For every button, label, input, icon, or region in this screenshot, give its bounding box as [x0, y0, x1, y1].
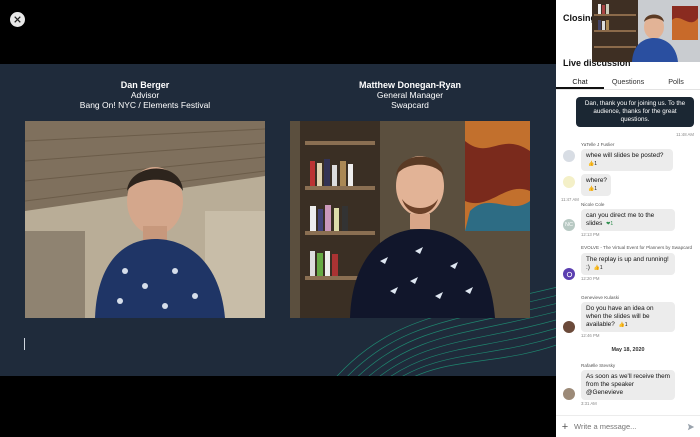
message-time: 3:31 AM	[581, 401, 597, 406]
message-input[interactable]	[574, 422, 682, 431]
avatar-initials: NC	[565, 222, 573, 228]
avatar: NC	[563, 219, 575, 231]
reaction-badge[interactable]: 👍1	[594, 265, 603, 271]
message-bubble: As soon as we'll receive them from the s…	[581, 370, 675, 400]
message-time: 12:13 PM	[581, 232, 600, 237]
chat-feed[interactable]: Dan, thank you for joining us. To the au…	[556, 92, 700, 414]
message-bubble: Do you have an idea on when the slides w…	[581, 302, 675, 332]
close-icon	[14, 16, 21, 23]
message-text: As soon as we'll receive them from the s…	[586, 373, 670, 396]
avatar	[563, 388, 575, 400]
message-author: Nicole Cole	[581, 202, 605, 207]
speaker-caption-left: Dan Berger Advisor Bang On! NYC / Elemen…	[25, 80, 265, 110]
reaction-badge[interactable]: 👍1	[588, 186, 597, 192]
own-message-bubble: Dan, thank you for joining us. To the au…	[576, 97, 694, 127]
send-button[interactable]	[682, 423, 700, 431]
presentation-slide: Dan Berger Advisor Bang On! NYC / Elemen…	[0, 64, 556, 376]
text-cursor-mark	[24, 338, 25, 350]
speaker-name: Matthew Donegan-Ryan	[358, 80, 461, 90]
reaction-badge[interactable]: ❤1	[606, 221, 613, 227]
chat-message: Rafaëlle Stevsky As soon as we'll receiv…	[581, 363, 675, 406]
speaker-org: Bang On! NYC / Elements Festival	[79, 100, 211, 110]
message-time: 11:48 AM	[676, 132, 694, 137]
tab-chat[interactable]: Chat	[556, 75, 604, 89]
message-text: where?	[586, 177, 607, 184]
chat-message: EVOLVE - The Virtual Event for Planners …	[581, 245, 693, 281]
message-time: 12:46 PM	[581, 333, 600, 338]
message-time: 12:20 PM	[581, 275, 600, 281]
send-icon	[687, 423, 695, 430]
chat-message: Genevieve Kulaski Do you have an idea on…	[581, 295, 675, 338]
close-button[interactable]	[10, 12, 25, 27]
tab-polls[interactable]: Polls	[652, 75, 700, 89]
avatar	[563, 176, 575, 188]
speaker-role: General Manager	[376, 90, 444, 100]
discussion-tabs: Chat Questions Polls	[556, 75, 700, 90]
tab-questions[interactable]: Questions	[604, 75, 652, 89]
reaction-badge[interactable]: 👍1	[588, 161, 597, 167]
chat-message: YaTelle J Fuslier whee will slides be po…	[581, 142, 673, 171]
swapcard-logo-icon	[566, 271, 572, 277]
self-view-video	[592, 0, 700, 62]
video-stage: Dan Berger Advisor Bang On! NYC / Elemen…	[0, 0, 556, 437]
speaker-role: Advisor	[130, 90, 160, 100]
message-bubble: where? 👍1	[581, 174, 611, 196]
avatar	[563, 268, 575, 280]
message-author: Rafaëlle Stevsky	[581, 363, 616, 368]
message-bubble: whee will slides be posted? 👍1	[581, 149, 673, 171]
message-bubble: The replay is up and running! :) 👍1	[581, 252, 675, 275]
message-bubble: can you direct me to the slides ❤1	[581, 209, 675, 231]
speaker-caption-right: Matthew Donegan-Ryan General Manager Swa…	[290, 80, 530, 110]
message-author: EVOLVE - The Virtual Event for Planners …	[581, 245, 693, 250]
chat-message: Nicole Cole can you direct me to the sli…	[581, 202, 675, 237]
reaction-badge[interactable]: 👍1	[619, 322, 628, 328]
message-text: can you direct me to the slides	[586, 212, 655, 227]
plus-icon[interactable]: +	[556, 421, 574, 433]
chat-message: where? 👍1 11:47 AM	[561, 174, 611, 202]
message-text: whee will slides be posted?	[586, 152, 664, 159]
message-author: Genevieve Kulaski	[581, 295, 620, 300]
speaker-video-left	[25, 121, 265, 318]
date-separator: May 18, 2020	[611, 347, 645, 353]
message-composer: +	[556, 415, 700, 437]
message-author: YaTelle J Fuslier	[581, 142, 615, 147]
avatar	[563, 321, 575, 333]
speaker-video-right	[290, 121, 530, 318]
speaker-org: Swapcard	[391, 100, 429, 110]
avatar	[563, 150, 575, 162]
side-panel: Closing Berger Live discussion Chat Ques…	[556, 0, 700, 437]
speaker-name: Dan Berger	[120, 80, 170, 90]
